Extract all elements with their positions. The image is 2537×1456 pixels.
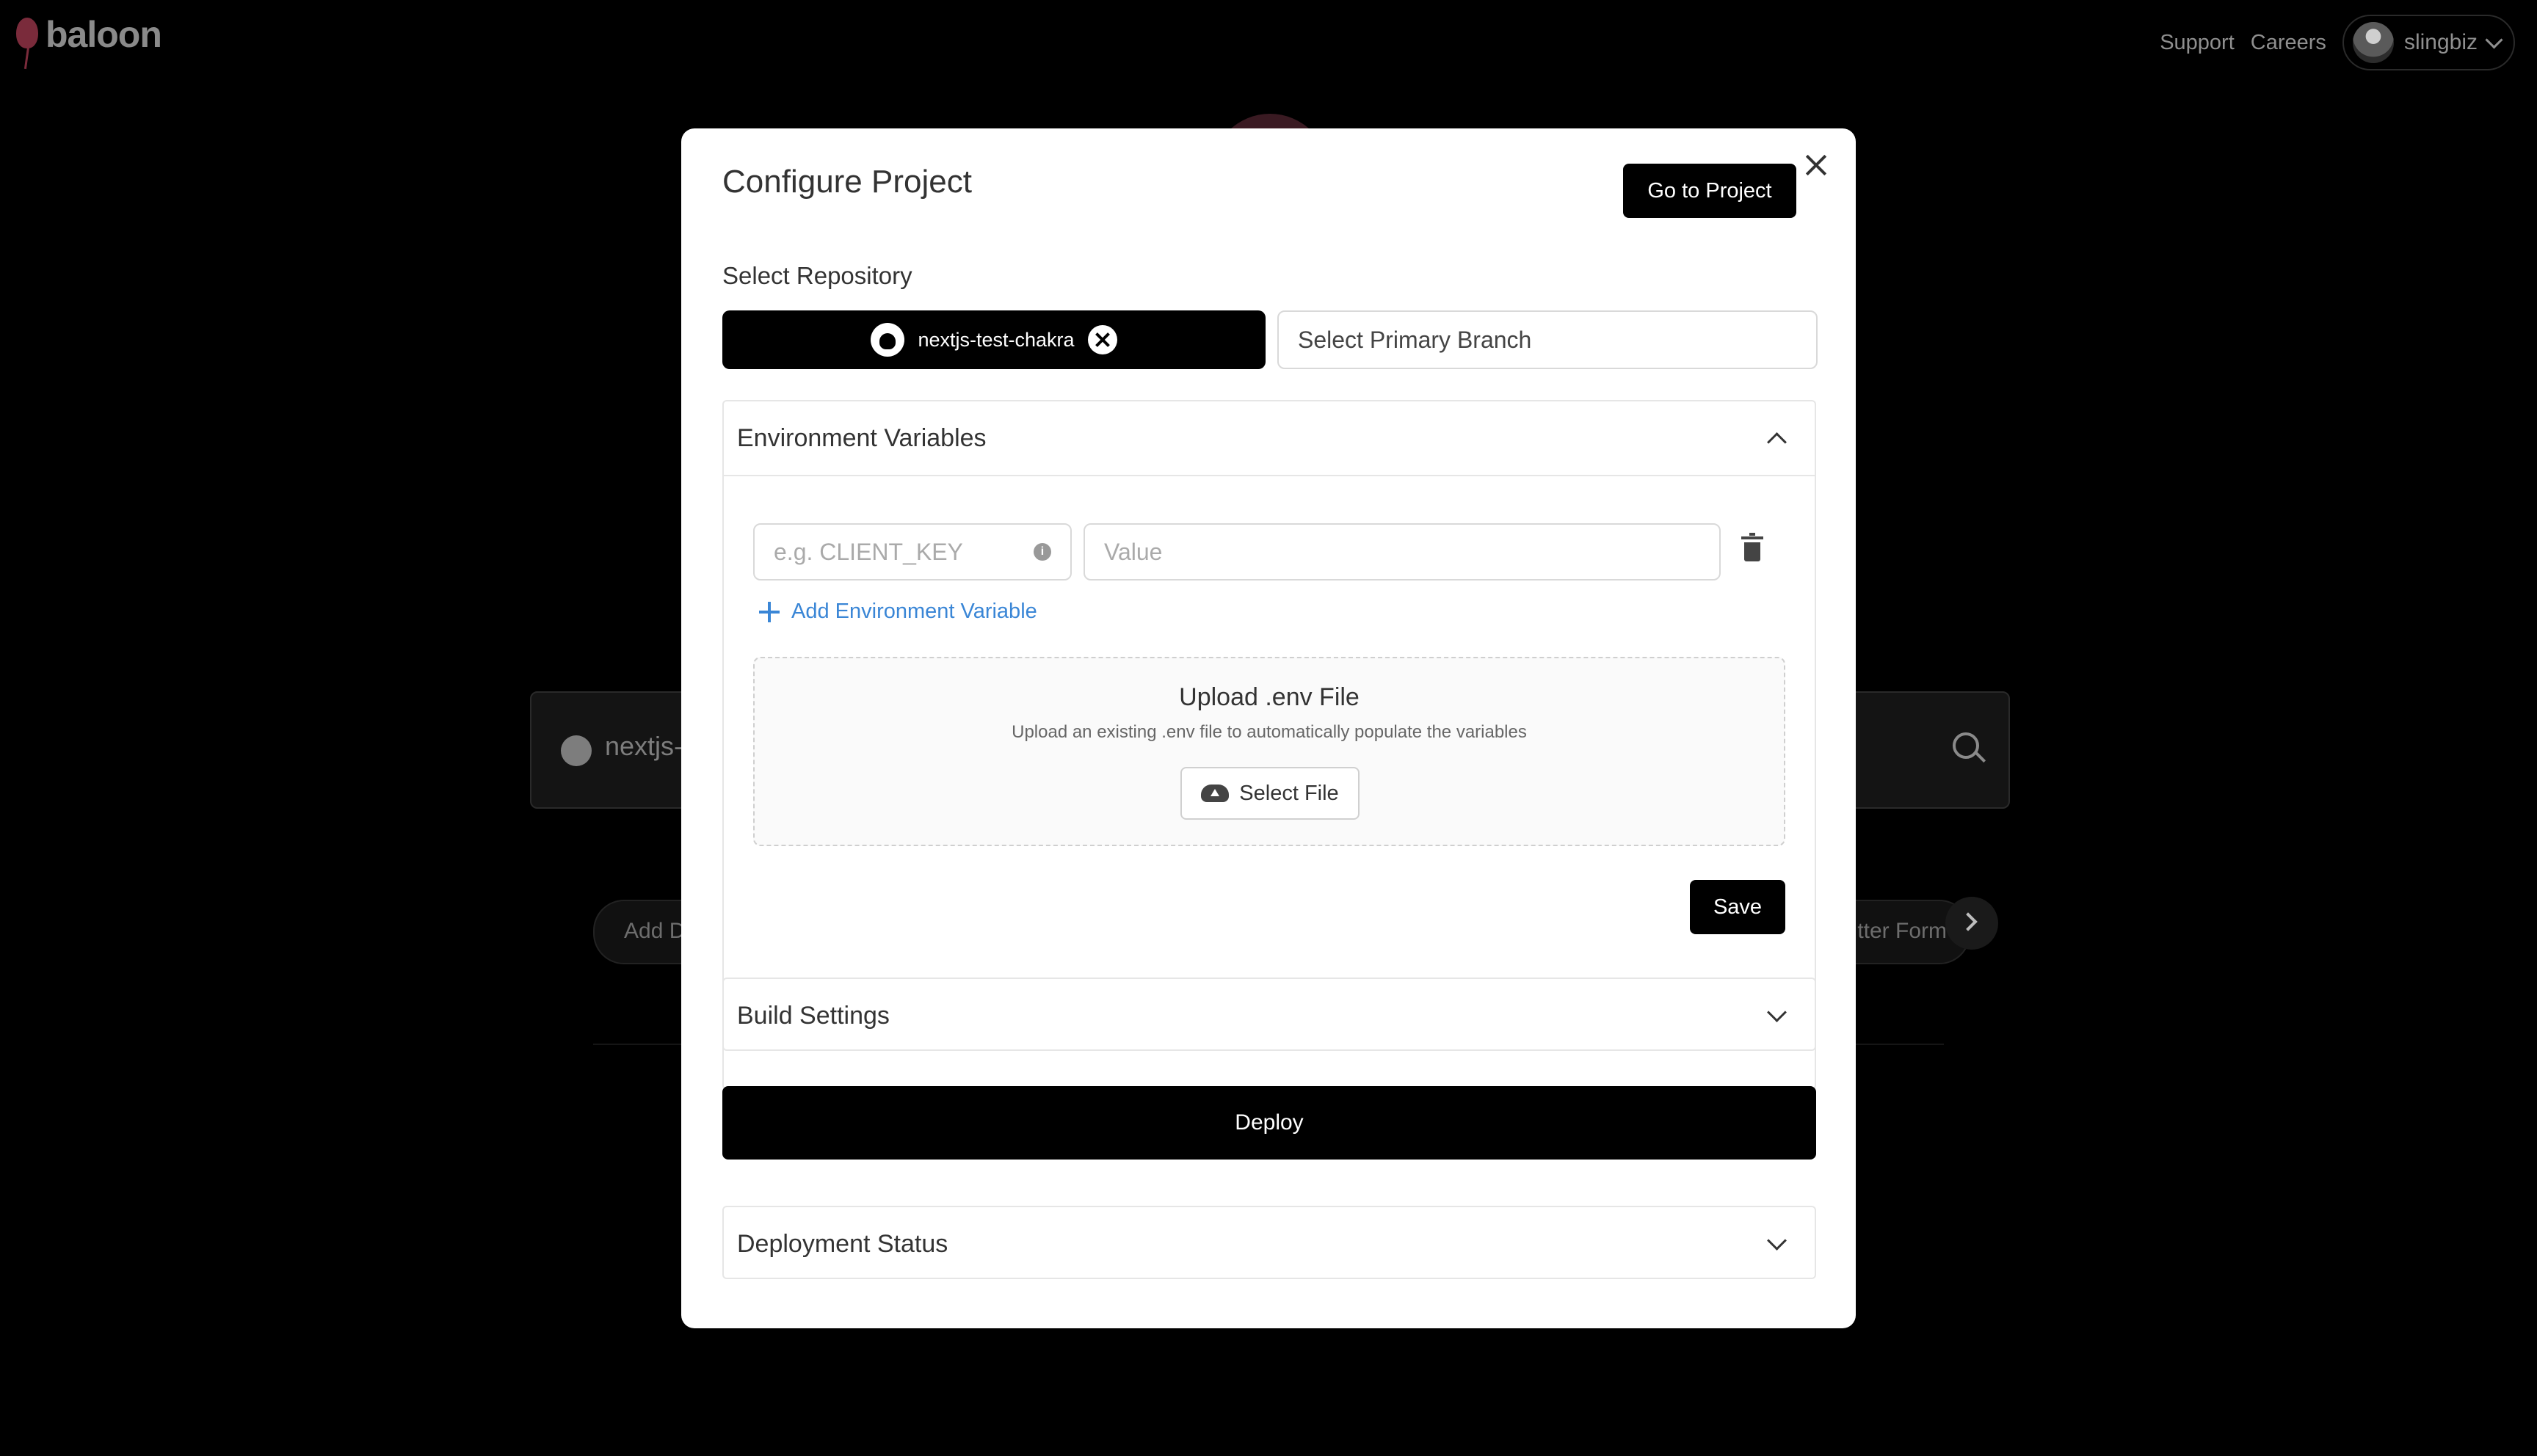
background-pill-right-label: tter Form (1857, 919, 1947, 943)
repo-name: nextjs-test-chakra (918, 328, 1075, 351)
env-key-input[interactable]: e.g. CLIENT_KEY i (753, 523, 1072, 580)
build-settings-accordion[interactable]: Build Settings (722, 978, 1816, 1051)
select-repository-label: Select Repository (722, 262, 912, 289)
branch-placeholder: Select Primary Branch (1298, 326, 1532, 353)
build-settings-header[interactable]: Build Settings (724, 979, 1815, 1052)
deployment-status-title: Deployment Status (737, 1229, 948, 1258)
logo[interactable]: baloon (16, 13, 162, 56)
env-variables-header[interactable]: Environment Variables (724, 401, 1815, 476)
primary-branch-select[interactable]: Select Primary Branch (1277, 310, 1818, 369)
upload-subtitle: Upload an existing .env file to automati… (1012, 722, 1527, 742)
nav-support-link[interactable]: Support (2160, 31, 2235, 55)
github-icon (561, 735, 592, 766)
search-icon (1953, 732, 1979, 759)
add-env-variable-label: Add Environment Variable (791, 600, 1037, 623)
deployment-status-header[interactable]: Deployment Status (724, 1207, 1815, 1281)
build-settings-title: Build Settings (737, 1001, 890, 1030)
nav-careers-link[interactable]: Careers (2251, 31, 2326, 55)
chevron-right-icon (1945, 897, 1998, 950)
deployment-status-accordion[interactable]: Deployment Status (722, 1206, 1816, 1279)
close-icon[interactable] (1801, 150, 1831, 180)
background-pill-left-label: Add D (624, 919, 686, 943)
env-value-input[interactable]: Value (1084, 523, 1721, 580)
balloon-icon (16, 18, 38, 48)
user-menu[interactable]: slingbiz (2342, 15, 2515, 70)
upload-title: Upload .env File (1179, 683, 1360, 711)
chevron-up-icon (1767, 432, 1787, 452)
remove-repo-icon[interactable] (1087, 325, 1117, 354)
top-bar: baloon Support Careers slingbiz (0, 0, 2537, 73)
chevron-down-icon (1767, 1230, 1787, 1251)
trash-icon[interactable] (1741, 533, 1763, 561)
github-icon (871, 323, 905, 357)
avatar (2352, 22, 2394, 63)
cloud-upload-icon (1201, 785, 1230, 802)
select-file-label: Select File (1239, 781, 1339, 805)
chevron-down-icon (1767, 1002, 1787, 1022)
go-to-project-button[interactable]: Go to Project (1623, 164, 1796, 218)
logo-text: baloon (46, 14, 162, 55)
user-name: slingbiz (2403, 30, 2478, 54)
info-icon[interactable]: i (1034, 543, 1051, 561)
top-nav: Support Careers slingbiz (2160, 15, 2515, 70)
add-env-variable-button[interactable]: Add Environment Variable (759, 600, 1037, 624)
select-file-button[interactable]: Select File (1180, 767, 1360, 820)
deploy-button[interactable]: Deploy (722, 1086, 1816, 1160)
configure-project-modal: Configure Project Go to Project Select R… (681, 128, 1856, 1328)
save-button[interactable]: Save (1690, 880, 1785, 934)
plus-icon (759, 601, 780, 622)
chevron-down-icon (2485, 30, 2503, 49)
env-key-placeholder: e.g. CLIENT_KEY (774, 538, 963, 565)
env-upload-dropzone[interactable]: Upload .env File Upload an existing .env… (753, 657, 1785, 846)
modal-title: Configure Project (722, 164, 972, 200)
env-value-placeholder: Value (1104, 538, 1163, 565)
env-variables-title: Environment Variables (737, 423, 987, 452)
selected-repo-pill[interactable]: nextjs-test-chakra (722, 310, 1266, 369)
background-search-text: nextjs- (605, 731, 683, 761)
